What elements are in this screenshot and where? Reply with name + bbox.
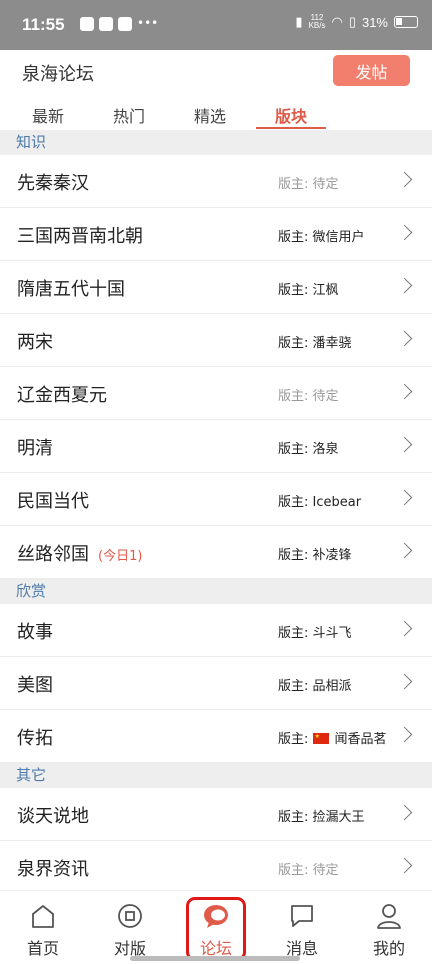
- board-moderator: 版主: 潘幸骁: [278, 336, 352, 351]
- chevron-right-icon: [396, 171, 413, 188]
- network-speed: 112 KB/s: [308, 13, 326, 30]
- tab-featured[interactable]: 精选: [194, 103, 226, 127]
- nav-home-label: 首页: [26, 939, 59, 958]
- board-name: 故事: [17, 622, 53, 643]
- compare-icon: [118, 904, 142, 928]
- board-name: 明清: [17, 438, 53, 459]
- board-name: 泉界资讯: [17, 859, 89, 880]
- board-name: 隋唐五代十国: [17, 279, 125, 300]
- moderator-prefix: 版主:: [278, 732, 313, 747]
- chevron-right-icon: [396, 224, 413, 241]
- board-row[interactable]: 谈天说地 版主: 捡漏大王: [0, 788, 432, 841]
- chevron-right-icon: [396, 277, 413, 294]
- clock: 11:55: [22, 15, 65, 34]
- chevron-right-icon: [396, 673, 413, 690]
- section-header-appreciation: 欣赏: [0, 579, 432, 604]
- board-row[interactable]: 先秦秦汉 版主: 待定: [0, 155, 432, 208]
- chevron-right-icon: [396, 804, 413, 821]
- board-row[interactable]: 明清 版主: 洛泉: [0, 420, 432, 473]
- page-title: 泉海论坛: [22, 64, 94, 85]
- section-header-other: 其它: [0, 763, 432, 788]
- wifi-icon: ◠: [331, 14, 343, 29]
- forum-tab-highlight-box: [186, 897, 246, 961]
- board-moderator: 版主: 品相派: [278, 679, 352, 694]
- chevron-right-icon: [396, 489, 413, 506]
- nav-profile[interactable]: 我的: [359, 901, 419, 959]
- tab-boards[interactable]: 版块: [275, 103, 307, 127]
- status-bar: 11:55 ••• ▮ 112 KB/s ◠ ▯ 31%: [0, 0, 432, 50]
- home-icon: [32, 905, 54, 928]
- tab-latest[interactable]: 最新: [32, 103, 64, 127]
- board-moderator: 版主: Icebear: [278, 495, 362, 510]
- system-status: ▮ 112 KB/s ◠ ▯ 31%: [295, 14, 418, 30]
- sim-icon: ▯: [348, 14, 356, 29]
- board-row[interactable]: 两宋 版主: 潘幸骁: [0, 314, 432, 367]
- message-icon: [291, 905, 313, 927]
- nav-home[interactable]: 首页: [13, 901, 73, 959]
- board-moderator: 版主: 微信用户: [278, 230, 365, 245]
- battery-percent: 31%: [361, 14, 388, 30]
- nav-profile-label: 我的: [372, 939, 405, 958]
- board-row[interactable]: 三国两晋南北朝 版主: 微信用户: [0, 208, 432, 261]
- board-row[interactable]: 泉界资讯 版主: 待定: [0, 841, 432, 894]
- gesture-bar[interactable]: [130, 956, 300, 961]
- chevron-right-icon: [396, 330, 413, 347]
- board-row[interactable]: 民国当代 版主: Icebear: [0, 473, 432, 526]
- mail-icon: [99, 17, 113, 31]
- board-name: 传拓: [17, 728, 53, 749]
- new-post-button[interactable]: 发帖: [333, 55, 410, 86]
- app-notification-icon: [80, 17, 94, 31]
- board-row[interactable]: 丝路邻国 (今日1) 版主: 补凌锋: [0, 526, 432, 579]
- profile-icon: [377, 904, 401, 929]
- nav-messages[interactable]: 消息: [272, 901, 332, 959]
- dots-icon: •••: [137, 16, 159, 30]
- board-name: 辽金西夏元: [17, 385, 107, 406]
- board-name: 谈天说地: [17, 806, 89, 827]
- section-header-knowledge: 知识: [0, 130, 432, 155]
- china-flag-icon: [312, 733, 329, 744]
- board-moderator: 版主: 补凌锋: [278, 548, 352, 563]
- board-moderator: 版主: 捡漏大王: [278, 810, 365, 825]
- board-row[interactable]: 故事 版主: 斗斗飞: [0, 604, 432, 657]
- board-list: 知识 先秦秦汉 版主: 待定 三国两晋南北朝 版主: 微信用户 隋唐五代十国 版…: [0, 130, 432, 894]
- board-moderator: 版主: 待定: [278, 177, 339, 192]
- chevron-right-icon: [396, 620, 413, 637]
- wechat-icon: [118, 17, 132, 31]
- board-moderator: 版主: 洛泉: [278, 442, 339, 457]
- board-row[interactable]: 辽金西夏元 版主: 待定: [0, 367, 432, 420]
- board-name: 民国当代: [17, 491, 89, 512]
- board-name: 丝路邻国: [17, 544, 89, 565]
- chevron-right-icon: [396, 436, 413, 453]
- vibrate-icon: ▮: [295, 14, 303, 29]
- chevron-right-icon: [396, 726, 413, 743]
- board-name: 美图: [17, 675, 53, 696]
- board-name: 两宋: [17, 332, 53, 353]
- forum-tabs: 最新 热门 精选 版块: [0, 96, 432, 130]
- board-moderator: 版主: 闻香品茗: [278, 728, 387, 747]
- notification-icons: •••: [80, 16, 159, 31]
- moderator-name: 闻香品茗: [334, 732, 387, 747]
- forum-header: 泉海论坛 发帖: [0, 50, 432, 96]
- chevron-right-icon: [396, 857, 413, 874]
- chevron-right-icon: [396, 383, 413, 400]
- board-moderator: 版主: 斗斗飞: [278, 626, 352, 641]
- today-count-badge: (今日1): [98, 549, 143, 564]
- board-moderator: 版主: 待定: [278, 389, 339, 404]
- board-row[interactable]: 传拓 版主: 闻香品茗: [0, 710, 432, 763]
- board-name: 三国两晋南北朝: [17, 226, 143, 247]
- board-moderator: 版主: 江枫: [278, 283, 339, 298]
- nav-compare[interactable]: 对版: [100, 901, 160, 959]
- battery-icon: [394, 16, 418, 28]
- board-moderator: 版主: 待定: [278, 863, 339, 878]
- chevron-right-icon: [396, 542, 413, 559]
- board-name: 先秦秦汉: [17, 173, 89, 194]
- board-row[interactable]: 美图 版主: 品相派: [0, 657, 432, 710]
- active-tab-indicator: [256, 127, 326, 129]
- board-row[interactable]: 隋唐五代十国 版主: 江枫: [0, 261, 432, 314]
- tab-hot[interactable]: 热门: [113, 103, 145, 127]
